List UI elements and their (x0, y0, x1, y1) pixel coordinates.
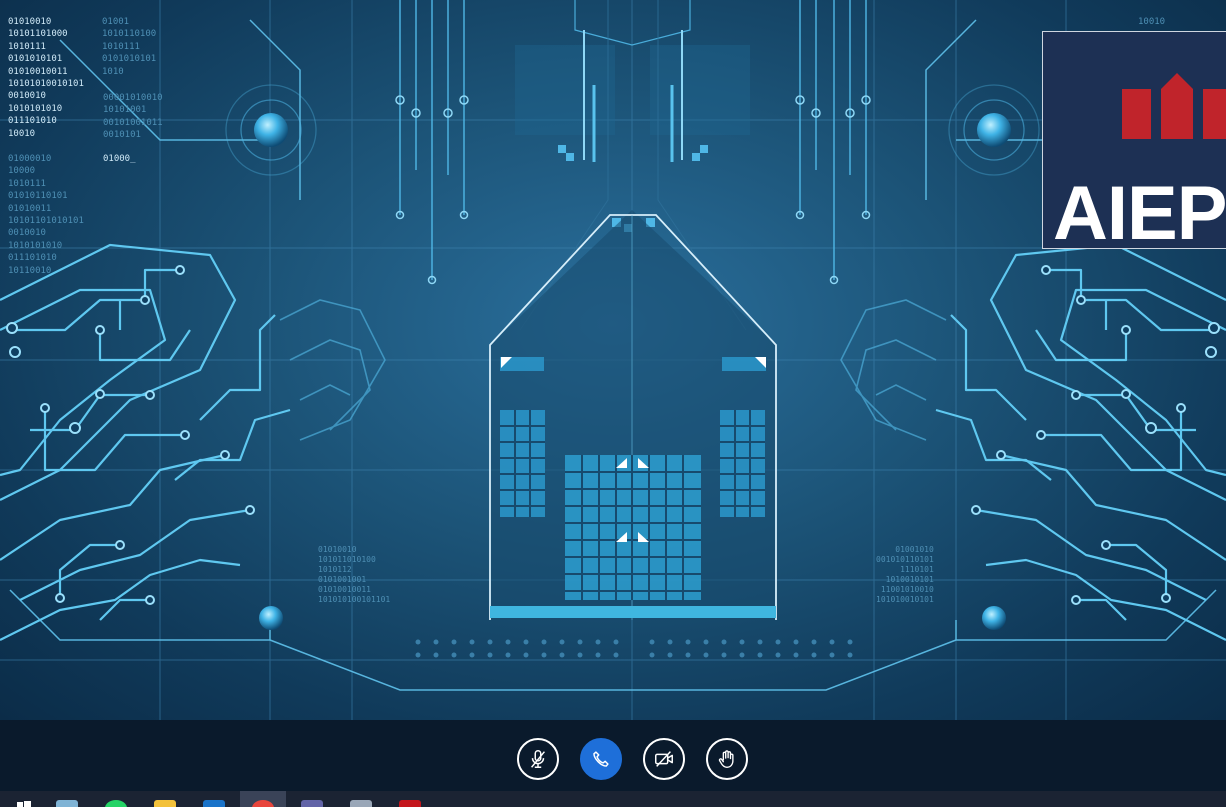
acrobat-icon (399, 800, 421, 807)
taskbar-windows-start[interactable] (0, 791, 46, 807)
windows-taskbar (0, 791, 1226, 807)
taskbar-teams[interactable] (289, 791, 335, 807)
binary-text: 01001 1010110100 1010111 0101010101 1010 (102, 17, 157, 77)
hang-up-button[interactable] (580, 738, 622, 780)
outlook-icon (203, 800, 225, 807)
binary-text: 01010010 10101101000 1010111 0101010101 … (8, 17, 84, 139)
logo-text: AIEP (1053, 171, 1226, 249)
notepad-icon (56, 800, 78, 807)
binary-text: 00001010010 10101001 00101001011 0010101 (103, 93, 163, 141)
taskbar-file-explorer[interactable] (142, 791, 188, 807)
taskbar-notepad[interactable] (44, 791, 90, 807)
binary-text: 01000_ (103, 154, 136, 164)
teams-icon (301, 800, 323, 807)
binary-text: 10010 (1138, 17, 1166, 27)
mute-mic-button[interactable] (517, 738, 559, 780)
hand-icon (718, 750, 734, 768)
binary-text: 01000010 10000 1010111 01010110101 01010… (8, 154, 84, 276)
taskbar-acrobat[interactable] (387, 791, 433, 807)
camera-off-icon (655, 751, 673, 767)
taskbar-chrome[interactable] (240, 791, 286, 807)
camera-off-button[interactable] (643, 738, 685, 780)
notes-icon (350, 800, 372, 807)
taskbar-whatsapp[interactable] (93, 791, 139, 807)
participant-tile-aiep[interactable]: AIEP (1042, 31, 1226, 249)
binary-text: 01001010 001010110101 1110101 1010010101… (876, 545, 934, 604)
chrome-icon (252, 800, 274, 807)
binary-text: 01010010 101011010100 1010112 0101001001… (318, 545, 391, 604)
windows-icon (17, 801, 31, 807)
meeting-stage: 01010010 10101101000 1010111 0101010101 … (0, 0, 1226, 720)
taskbar-outlook[interactable] (191, 791, 237, 807)
whatsapp-icon (105, 800, 127, 807)
mic-off-icon (531, 750, 545, 768)
phone-icon (593, 751, 609, 767)
call-controls-bar (0, 720, 1226, 791)
folder-icon (154, 800, 176, 807)
raise-hand-button[interactable] (706, 738, 748, 780)
taskbar-notes[interactable] (338, 791, 384, 807)
